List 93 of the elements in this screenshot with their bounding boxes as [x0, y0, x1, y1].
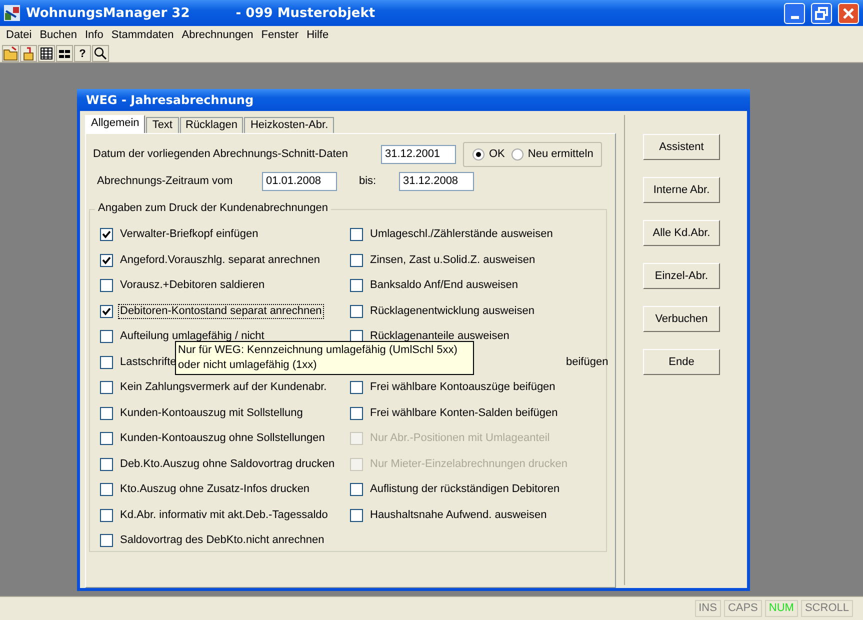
tooltip: Nur für WEG: Kennzeichnung umlagefähig (UmlSchl 5xx) oder nicht umlagefähig (1xx): [175, 341, 474, 375]
key-indicator: INS: [694, 600, 721, 617]
checkbox-label[interactable]: Frei wählbare Konten-Salden beifügen: [368, 406, 560, 421]
checkbox[interactable]: [350, 304, 363, 318]
tab[interactable]: Heizkosten-Abr.: [244, 117, 334, 133]
checkbox-label[interactable]: Deb.Kto.Auszug ohne Saldovortrag drucken: [118, 456, 337, 472]
close-button[interactable]: [838, 2, 859, 24]
close-icon: [843, 8, 854, 18]
menu-item[interactable]: Hilfe: [302, 28, 333, 42]
checkbox-label[interactable]: Kunden-Kontoauszug ohne Sollstellungen: [118, 431, 327, 446]
checkbox-label[interactable]: Kein Zahlungsvermerk auf der Kundenabr.: [118, 380, 329, 396]
document-title: - 099 Musterobjekt: [236, 6, 376, 20]
checkbox-label[interactable]: Auflistung der rückständigen Debitoren: [368, 482, 562, 498]
table-icon: [39, 46, 54, 61]
checkbox[interactable]: [350, 254, 363, 267]
restore-icon: [815, 6, 828, 20]
date-field[interactable]: 01.01.2008: [262, 172, 337, 190]
checkbox-label[interactable]: beifügen: [564, 354, 610, 370]
checkbox-label[interactable]: Haushaltsnahe Aufwend. ausweisen: [368, 508, 549, 523]
checkbox-label[interactable]: Verwalter-Briefkopf einfügen: [118, 227, 260, 242]
tab[interactable]: Allgemein: [85, 115, 146, 133]
help-button[interactable]: ?: [74, 45, 91, 62]
minimize-button[interactable]: [784, 2, 805, 24]
app-icon: [4, 5, 20, 21]
field-label: Abrechnungs-Zeitraum vom: [96, 174, 234, 188]
checkbox-label[interactable]: Kunden-Kontoauszug mit Sollstellung: [118, 406, 305, 421]
menu-item[interactable]: Abrechnungen: [178, 28, 258, 42]
check-icon: [102, 256, 111, 265]
checkbox[interactable]: [100, 228, 113, 242]
menu-item[interactable]: Stammdaten: [107, 28, 178, 42]
dialog-button[interactable]: Einzel-Abr.: [643, 263, 720, 289]
checkbox-label[interactable]: Kto.Auszug ohne Zusatz-Infos drucken: [118, 482, 312, 498]
checkbox[interactable]: [100, 254, 113, 267]
radio-button[interactable]: Neu ermitteln: [510, 148, 594, 160]
restore-button[interactable]: [811, 2, 832, 24]
check-icon: [102, 306, 111, 316]
tab[interactable]: Rücklagen: [180, 117, 244, 133]
group-title: Angaben zum Druck der Kundenabrechnungen: [95, 202, 331, 215]
checkbox-label[interactable]: Umlageschl./Zählerstände ausweisen: [368, 227, 555, 242]
checkbox[interactable]: [100, 458, 113, 471]
checkbox-label[interactable]: Saldovortrag des DebKto.nicht anrechnen: [118, 533, 326, 548]
checkbox[interactable]: [100, 304, 113, 318]
menu-item[interactable]: Buchen: [36, 28, 81, 42]
folder-button[interactable]: [2, 45, 19, 62]
tab[interactable]: Text: [146, 117, 178, 133]
table-button[interactable]: [38, 45, 55, 62]
folder-icon: [3, 46, 18, 61]
menu-item[interactable]: Datei: [2, 28, 36, 42]
checkbox-label[interactable]: Banksaldo Anf/End ausweisen: [368, 278, 520, 294]
radio-button[interactable]: OK: [472, 148, 505, 160]
checkbox-label[interactable]: Vorausz.+Debitoren saldieren: [118, 278, 267, 294]
grid-button[interactable]: [56, 45, 73, 62]
checkbox[interactable]: [100, 356, 113, 369]
dialog-button[interactable]: Interne Abr.: [643, 177, 720, 203]
checkbox[interactable]: [350, 381, 363, 394]
key-indicator: SCROLL: [800, 600, 853, 617]
checkbox[interactable]: [350, 406, 363, 420]
checkbox[interactable]: [350, 483, 363, 496]
search-icon: [93, 46, 108, 61]
checkbox-label[interactable]: Debitoren-Kontostand separat anrechnen: [118, 304, 324, 319]
checkbox-label[interactable]: Kd.Abr. informativ mit akt.Deb.-Tagessaldo: [118, 508, 330, 523]
check-icon: [102, 230, 111, 240]
checkbox[interactable]: [100, 381, 113, 394]
checkbox-label[interactable]: Zinsen, Zast u.Solid.Z. ausweisen: [368, 252, 538, 268]
field-label: Datum der vorliegenden Abrechnungs-Schnitt-Daten: [92, 148, 349, 160]
dialog-button[interactable]: Ende: [643, 349, 720, 375]
checkbox-label[interactable]: Rücklagenentwicklung ausweisen: [368, 304, 536, 319]
dialog-title: WEG - Jahresabrechnung: [77, 89, 750, 111]
menu-item[interactable]: Fenster: [257, 28, 303, 42]
checkbox[interactable]: [350, 228, 363, 242]
checkbox[interactable]: [100, 508, 113, 522]
menu-item[interactable]: Info: [81, 28, 108, 42]
minimize-icon: [790, 16, 798, 18]
date-field[interactable]: 31.12.2001: [381, 144, 456, 164]
checkbox[interactable]: [100, 432, 113, 446]
dialog-button[interactable]: Verbuchen: [643, 306, 720, 332]
key-indicator: CAPS: [724, 600, 762, 617]
checkbox[interactable]: [350, 508, 363, 522]
checkbox[interactable]: [100, 279, 113, 292]
checkbox[interactable]: [100, 483, 113, 496]
checkbox[interactable]: [100, 534, 113, 548]
checkbox[interactable]: [350, 279, 363, 292]
dialog-button[interactable]: Assistent: [643, 134, 720, 160]
search-button[interactable]: [92, 45, 109, 62]
checkbox-label[interactable]: Frei wählbare Kontoauszüge beifügen: [368, 380, 558, 396]
checkbox-label[interactable]: Angeford.Vorauszhlg. separat anrechnen: [118, 252, 322, 268]
field-label: bis:: [358, 174, 378, 188]
checkbox[interactable]: [100, 406, 113, 420]
dialog-button[interactable]: Alle Kd.Abr.: [643, 220, 720, 246]
window-title: WohnungsManager 32: [26, 6, 190, 20]
key-indicator: NUM: [764, 600, 798, 617]
checkbox[interactable]: [100, 330, 113, 344]
date-field[interactable]: 31.12.2008: [399, 172, 474, 190]
